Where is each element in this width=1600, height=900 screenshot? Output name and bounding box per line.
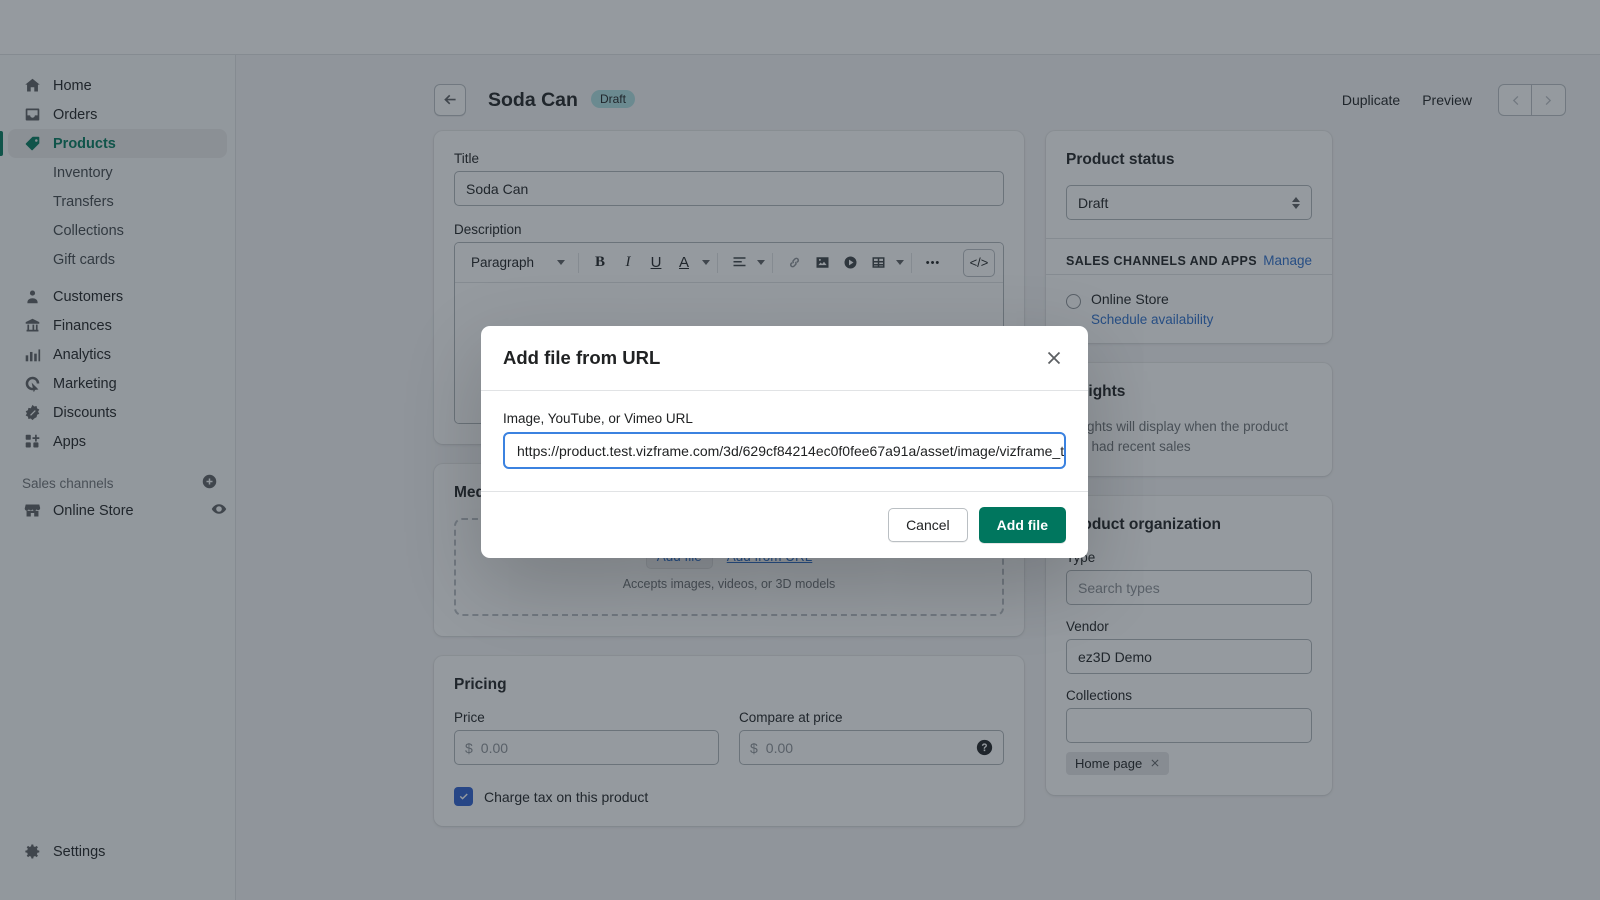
modal-header: Add file from URL bbox=[481, 326, 1088, 391]
modal-title: Add file from URL bbox=[503, 347, 661, 368]
modal-footer: Cancel Add file bbox=[481, 492, 1088, 558]
add-file-from-url-modal: Add file from URL Image, YouTube, or Vim… bbox=[481, 326, 1088, 558]
modal-close-button[interactable] bbox=[1042, 346, 1066, 370]
cancel-button[interactable]: Cancel bbox=[888, 508, 968, 542]
shopify-admin-page: Home Orders Products Inventory Transfers… bbox=[0, 0, 1600, 900]
close-icon bbox=[1047, 351, 1061, 365]
add-file-submit-button[interactable]: Add file bbox=[978, 507, 1066, 543]
url-field-label: Image, YouTube, or Vimeo URL bbox=[503, 411, 693, 426]
url-input[interactable]: https://product.test.vizframe.com/3d/629… bbox=[503, 432, 1066, 469]
modal-body: Image, YouTube, or Vimeo URL https://pro… bbox=[481, 391, 1088, 492]
